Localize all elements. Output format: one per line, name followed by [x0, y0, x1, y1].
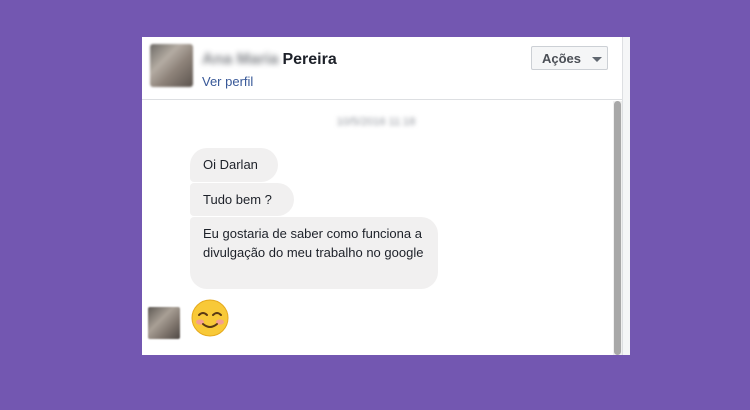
- smiling-face-emoji-icon[interactable]: [190, 298, 230, 338]
- message-bubble[interactable]: Tudo bem ?: [190, 183, 294, 216]
- message-timestamp: 10/5/2016 11:18: [336, 116, 416, 128]
- chat-panel: Ana Maria Pereira Ver perfil Ações 10/5/2…: [142, 37, 630, 355]
- contact-name[interactable]: Ana Maria Pereira: [202, 51, 337, 71]
- contact-last-name: Pereira: [282, 51, 337, 68]
- message-bubble[interactable]: Eu gostaria de saber como funciona a div…: [190, 217, 438, 289]
- contact-avatar[interactable]: [150, 44, 193, 87]
- contact-first-name-blurred: Ana Maria: [202, 51, 279, 68]
- actions-button-label: Ações: [542, 51, 582, 66]
- chat-header: Ana Maria Pereira Ver perfil Ações: [142, 37, 630, 100]
- scrollbar-thumb[interactable]: [614, 101, 621, 355]
- panel-right-edge: [622, 37, 630, 355]
- sender-avatar[interactable]: [148, 307, 180, 339]
- message-bubble[interactable]: Oi Darlan: [190, 148, 278, 182]
- view-profile-link[interactable]: Ver perfil: [202, 74, 253, 89]
- caret-down-icon: [592, 57, 602, 62]
- actions-button[interactable]: Ações: [531, 46, 608, 70]
